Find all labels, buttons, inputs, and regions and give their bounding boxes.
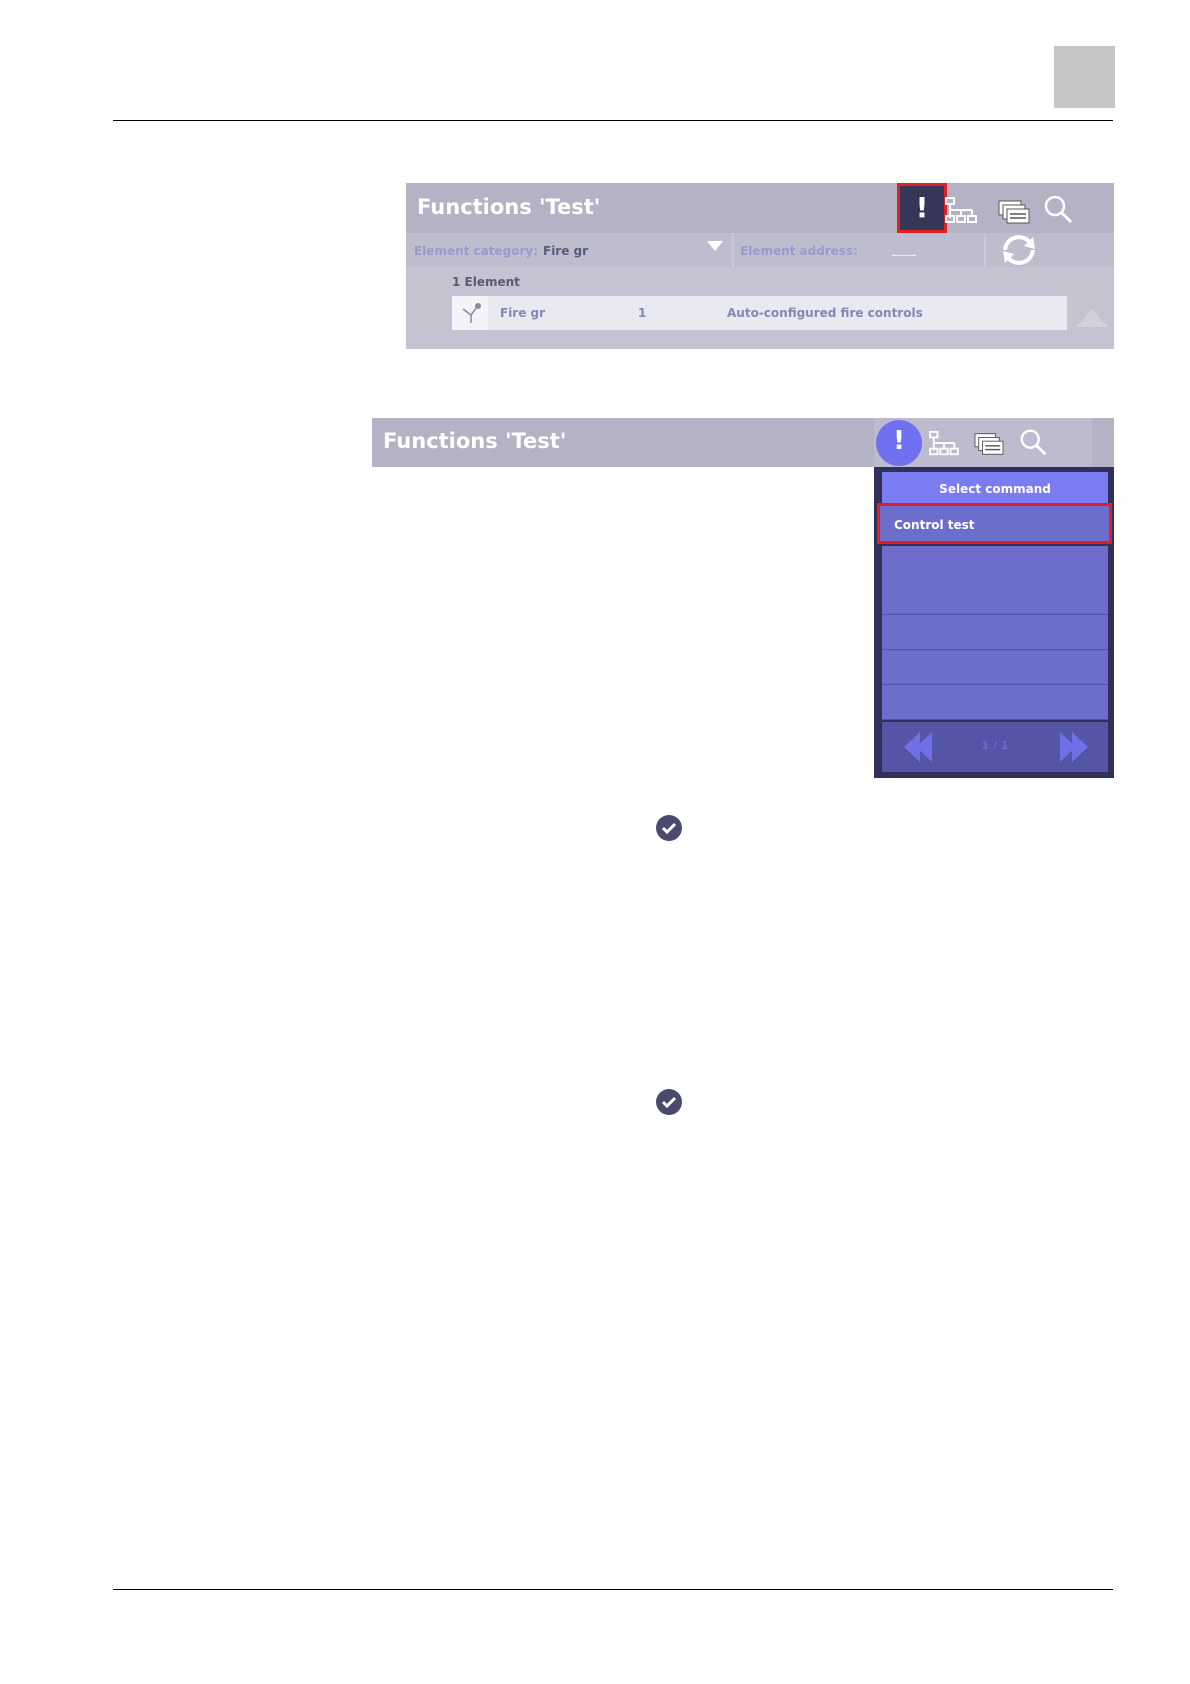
- menu-item[interactable]: [882, 580, 1108, 615]
- title-bar: Functions 'Test' !: [406, 183, 1114, 233]
- tree-icon[interactable]: [928, 430, 960, 458]
- search-icon[interactable]: [1042, 194, 1076, 224]
- row-name: Fire gr: [500, 306, 546, 320]
- menu-item[interactable]: [882, 650, 1108, 685]
- list-icon[interactable]: [997, 197, 1031, 227]
- category-label: Element category:: [414, 244, 539, 258]
- header-rule: [113, 120, 1113, 121]
- row-number: 1: [638, 306, 647, 320]
- alert-icon: !: [893, 426, 905, 456]
- page-title: Functions 'Test': [383, 429, 567, 453]
- divider: [732, 233, 734, 267]
- chevron-down-icon[interactable]: [706, 240, 724, 252]
- menu-item[interactable]: [882, 685, 1108, 720]
- menu-item[interactable]: [882, 615, 1108, 650]
- alert-button[interactable]: !: [876, 420, 922, 466]
- check-icon: [656, 1089, 682, 1115]
- list-icon[interactable]: [973, 430, 1005, 458]
- address-label: Element address:: [740, 244, 858, 258]
- table-row[interactable]: Fire gr 1 Auto-configured fire controls: [452, 296, 1067, 330]
- refresh-icon[interactable]: [997, 233, 1041, 267]
- row-icon-cell: [452, 296, 488, 330]
- menu-header: Select command: [882, 472, 1108, 506]
- alert-button[interactable]: !: [897, 183, 947, 233]
- tree-icon[interactable]: [944, 196, 978, 226]
- menu-header-label: Select command: [939, 482, 1051, 496]
- page-title: Functions 'Test': [417, 195, 601, 219]
- search-icon[interactable]: [1018, 427, 1050, 457]
- filter-bar: Element category: Fire gr Element addres…: [406, 233, 1114, 267]
- pager: 1 / 1: [882, 722, 1108, 772]
- menu-item-label: Control test: [894, 518, 975, 532]
- fire-control-icon: [462, 303, 481, 323]
- chapter-tab: [1054, 46, 1115, 108]
- row-description: Auto-configured fire controls: [727, 306, 923, 320]
- element-count: 1 Element: [452, 275, 520, 289]
- divider: [984, 233, 986, 267]
- menu-item[interactable]: [882, 546, 1108, 581]
- screenshot-functions-list: Functions 'Test' ! Element category: Fir…: [406, 183, 1114, 349]
- category-value[interactable]: Fire gr: [543, 244, 588, 258]
- alert-icon: !: [915, 191, 929, 224]
- footer-rule: [113, 1589, 1113, 1590]
- check-icon: [656, 815, 682, 841]
- next-page-icon[interactable]: [1056, 730, 1090, 764]
- menu-item-control-test[interactable]: Control test: [877, 503, 1112, 544]
- address-value[interactable]: ____: [892, 242, 916, 256]
- scroll-up-icon[interactable]: [1074, 307, 1110, 329]
